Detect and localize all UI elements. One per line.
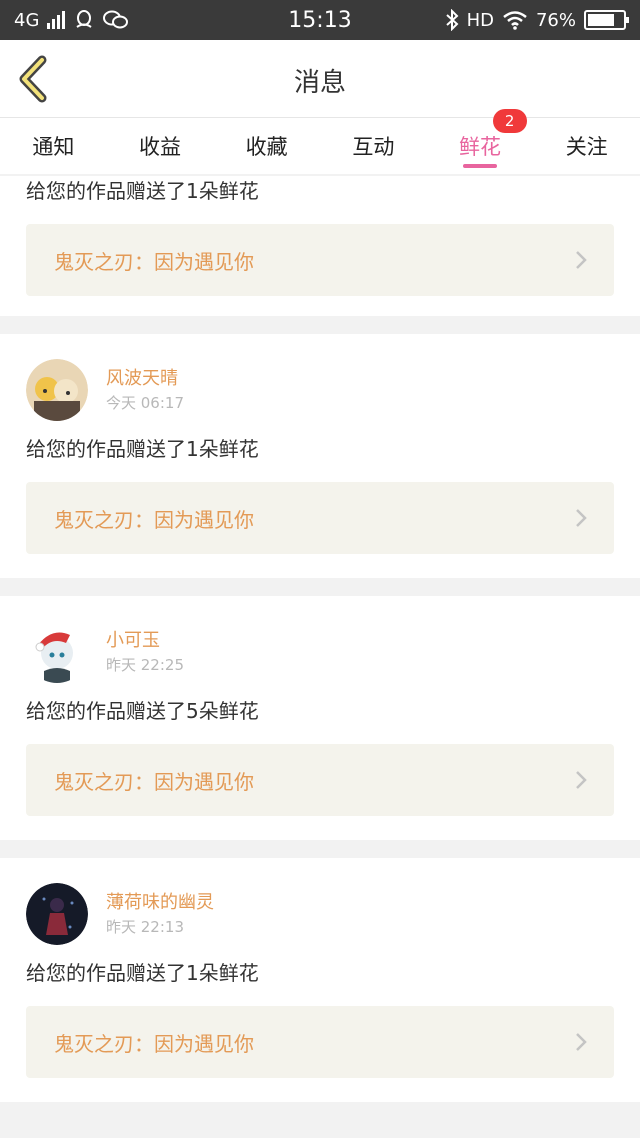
username[interactable]: 薄荷味的幽灵 [106, 890, 214, 916]
wechat-icon [103, 10, 129, 29]
chevron-right-icon [576, 251, 587, 269]
user-info: 薄荷味的幽灵 昨天 22:13 [106, 890, 214, 938]
message-text: 给您的作品赠送了1朵鲜花 [26, 179, 259, 203]
battery-percent: 76% [535, 9, 576, 31]
timestamp: 昨天 22:25 [106, 656, 184, 674]
battery-icon [584, 10, 629, 30]
message-text: 给您的作品赠送了5朵鲜花 [26, 699, 259, 723]
username[interactable]: 风波天晴 [106, 366, 184, 392]
user-row: 小可玉 昨天 22:25 [26, 620, 614, 684]
bluetooth-icon [445, 9, 459, 31]
tab-following[interactable]: 关注 [533, 118, 640, 174]
tab-earnings[interactable]: 收益 [107, 118, 214, 174]
tab-interaction[interactable]: 互动 [320, 118, 427, 174]
message-text: 给您的作品赠送了1朵鲜花 [26, 961, 259, 985]
tab-label: 收藏 [245, 135, 288, 159]
unread-badge: 2 [492, 109, 527, 133]
avatar[interactable] [26, 621, 88, 683]
tab-flowers[interactable]: 鲜花 2 [427, 109, 534, 174]
status-left: 4G [14, 9, 129, 31]
qq-icon [76, 10, 92, 28]
header: 消息 [0, 40, 640, 118]
user-row: 风波天晴 今天 06:17 [26, 358, 614, 422]
work-title: 鬼灭之刃：因为遇见你 [54, 1031, 254, 1056]
work-title: 鬼灭之刃：因为遇见你 [54, 507, 254, 532]
work-link[interactable]: 鬼灭之刃：因为遇见你 [26, 482, 614, 554]
status-bar: 4G 15:13 HD 76% [0, 0, 640, 40]
wifi-icon [503, 11, 527, 30]
timestamp: 昨天 22:13 [106, 918, 184, 936]
chevron-right-icon [576, 1033, 587, 1051]
work-link[interactable]: 鬼灭之刃：因为遇见你 [26, 224, 614, 296]
avatar[interactable] [26, 359, 88, 421]
message-card: 薄荷味的幽灵 昨天 22:13 给您的作品赠送了1朵鲜花 鬼灭之刃：因为遇见你 [0, 858, 640, 1102]
tab-bar: 通知 收益 收藏 互动 鲜花 2 关注 [0, 109, 640, 174]
user-info: 风波天晴 今天 06:17 [106, 366, 184, 414]
message-card: 小可玉 昨天 22:25 给您的作品赠送了5朵鲜花 鬼灭之刃：因为遇见你 [0, 596, 640, 840]
chevron-right-icon [576, 771, 587, 789]
work-title: 鬼灭之刃：因为遇见你 [54, 769, 254, 794]
signal-icon [47, 11, 66, 29]
tab-label: 鲜花 [459, 135, 502, 159]
hd-label: HD [466, 9, 494, 31]
tab-favorites[interactable]: 收藏 [213, 118, 320, 174]
user-info: 小可玉 昨天 22:25 [106, 628, 184, 676]
work-link[interactable]: 鬼灭之刃：因为遇见你 [26, 1006, 614, 1078]
status-right: HD 76% [445, 9, 629, 31]
work-link[interactable]: 鬼灭之刃：因为遇见你 [26, 744, 614, 816]
user-row: 薄荷味的幽灵 昨天 22:13 [26, 882, 614, 946]
active-tab-indicator [463, 164, 498, 168]
username[interactable]: 小可玉 [106, 628, 184, 654]
message-card: 给您的作品赠送了1朵鲜花 鬼灭之刃：因为遇见你 [0, 176, 640, 316]
message-text: 给您的作品赠送了1朵鲜花 [26, 437, 259, 461]
tab-label: 通知 [32, 135, 75, 159]
tab-notice[interactable]: 通知 [0, 118, 107, 174]
network-type: 4G [14, 9, 40, 31]
tab-label: 互动 [352, 135, 395, 159]
tab-label: 收益 [139, 135, 181, 159]
avatar[interactable] [26, 883, 88, 945]
message-card: 风波天晴 今天 06:17 给您的作品赠送了1朵鲜花 鬼灭之刃：因为遇见你 [0, 334, 640, 578]
page-title: 消息 [293, 68, 346, 98]
tab-label: 关注 [565, 135, 608, 159]
timestamp: 今天 06:17 [106, 394, 184, 412]
message-list: 给您的作品赠送了1朵鲜花 鬼灭之刃：因为遇见你 风波天晴 今天 06:17 给您… [0, 174, 640, 1120]
chevron-right-icon [576, 509, 587, 527]
work-title: 鬼灭之刃：因为遇见你 [54, 249, 254, 274]
